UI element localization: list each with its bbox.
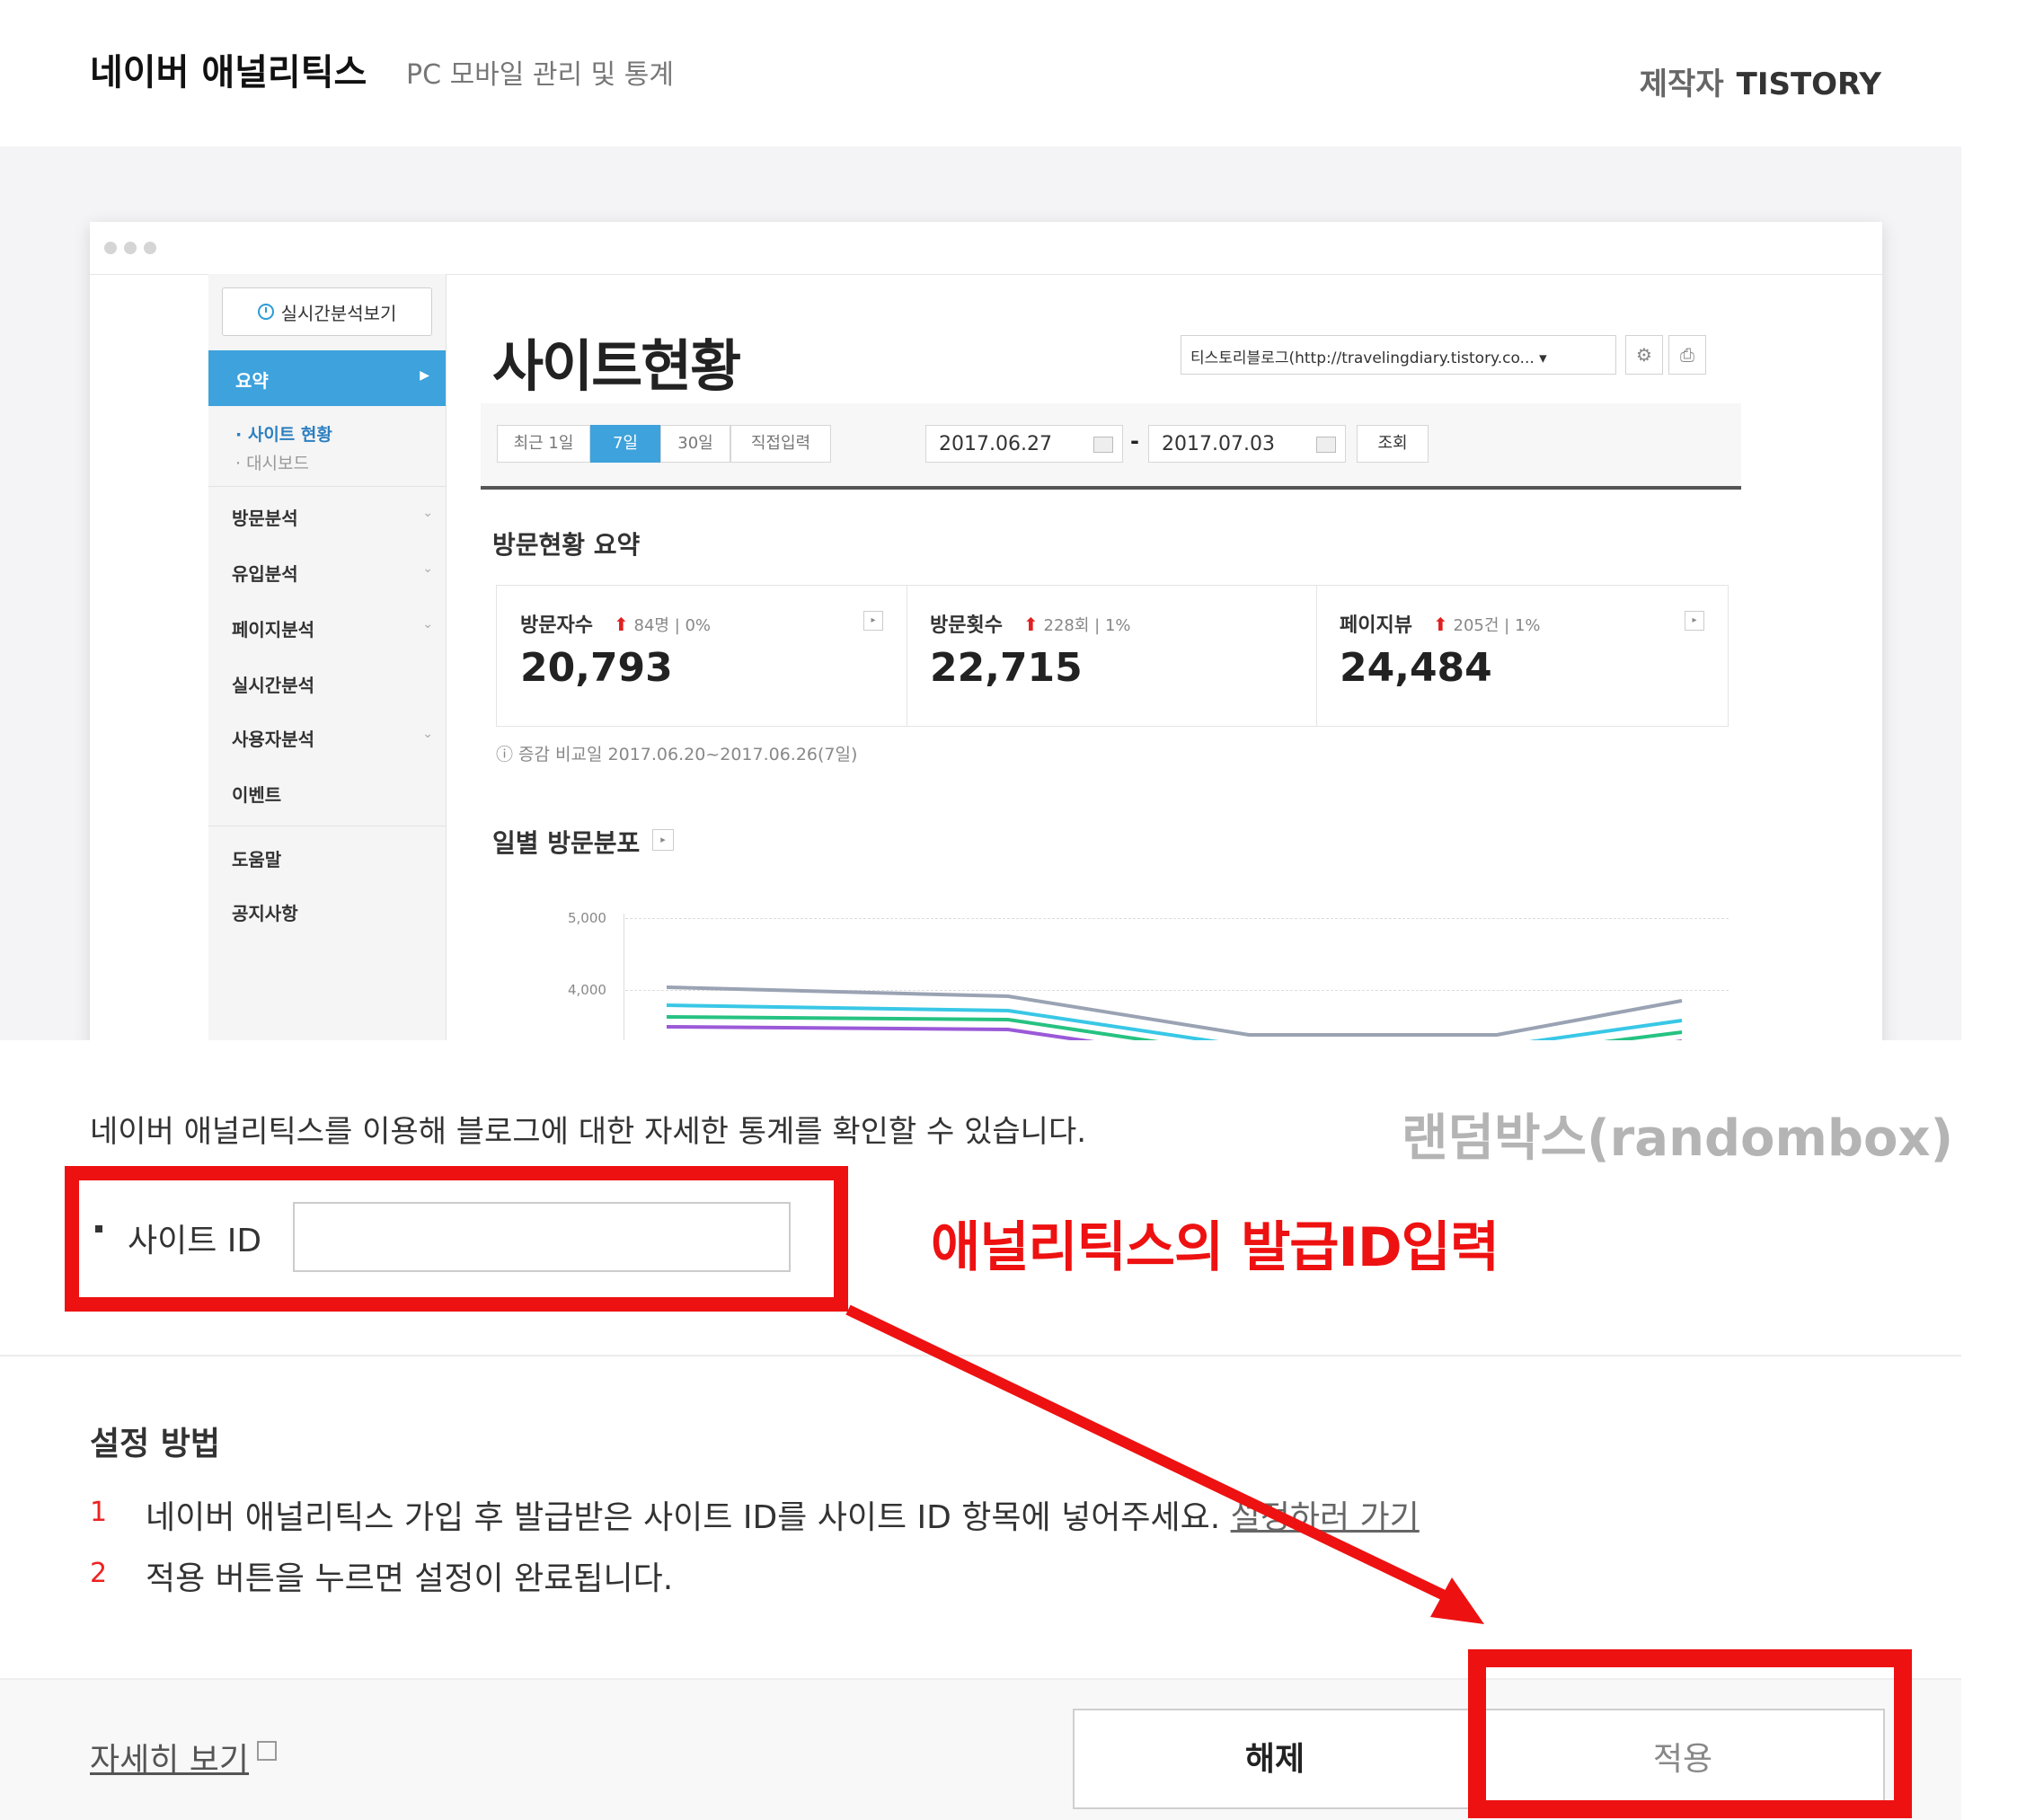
external-link-icon bbox=[257, 1741, 277, 1761]
release-button[interactable]: 해제 bbox=[1073, 1709, 1477, 1809]
annotation-arrow bbox=[845, 1304, 1484, 1624]
arrow-head bbox=[1430, 1577, 1484, 1624]
arrow-shaft bbox=[845, 1304, 1458, 1606]
more-details-link[interactable]: 자세히 보기 bbox=[90, 1734, 249, 1780]
annotation-highlight-box bbox=[1468, 1649, 1912, 1818]
